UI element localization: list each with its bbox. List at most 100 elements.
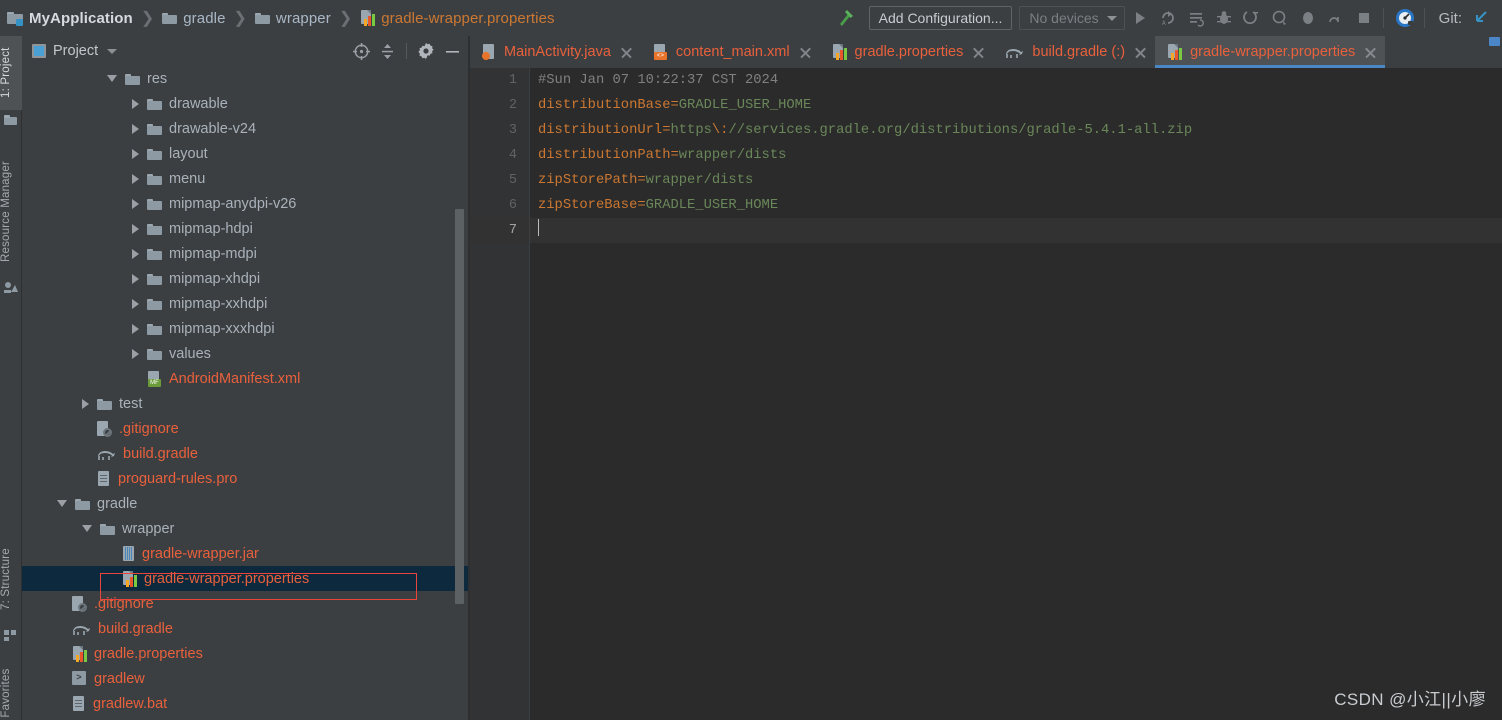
run-icon[interactable] — [1127, 5, 1153, 31]
tool-tab-structure[interactable]: 7: Structure — [0, 534, 22, 624]
tree-row[interactable]: wrapper — [22, 516, 470, 541]
tree-row[interactable]: build.gradle — [22, 616, 470, 641]
tree-row[interactable]: drawable-v24 — [22, 116, 470, 141]
tree-row[interactable]: mipmap-xhdpi — [22, 266, 470, 291]
tree-row[interactable]: proguard-rules.pro — [22, 466, 470, 491]
collapse-arrow-icon[interactable] — [57, 500, 67, 507]
tool-tab-favorites[interactable]: 2: Favorites — [0, 656, 22, 720]
expand-arrow-icon[interactable] — [132, 273, 139, 284]
editor-tab-build-gradle-[interactable]: build.gradle (:) — [993, 36, 1155, 68]
avd-manager-icon[interactable] — [1392, 5, 1418, 31]
editor-tab-label: content_main.xml — [675, 44, 790, 60]
breadcrumb-item-myapplication[interactable]: MyApplication — [7, 0, 133, 36]
tree-row[interactable]: mipmap-xxhdpi — [22, 291, 470, 316]
expand-arrow-icon[interactable] — [132, 148, 139, 159]
expand-arrow-icon[interactable] — [132, 173, 139, 184]
settings-gear-icon[interactable] — [414, 39, 438, 63]
scroll-from-source-icon[interactable] — [349, 39, 373, 63]
tree-row[interactable]: .gitignore — [22, 591, 470, 616]
tree-row[interactable]: mipmap-hdpi — [22, 216, 470, 241]
build-hammer-icon[interactable] — [833, 5, 859, 31]
expand-arrow-icon[interactable] — [132, 98, 139, 109]
tree-row[interactable]: build.gradle — [22, 441, 470, 466]
project-panel-scrollbar[interactable] — [455, 209, 464, 604]
breadcrumb-item-wrapper[interactable]: wrapper — [254, 0, 331, 36]
tree-row[interactable]: gradle.properties — [22, 641, 470, 666]
expand-arrow-icon[interactable] — [132, 348, 139, 359]
tree-row[interactable]: values — [22, 341, 470, 366]
editor-tab-gradle-wrapper-properties[interactable]: gradle-wrapper.properties — [1155, 36, 1386, 68]
tree-row[interactable]: drawable — [22, 91, 470, 116]
breadcrumb-label: wrapper — [275, 9, 331, 27]
close-icon[interactable] — [1134, 46, 1147, 59]
apply-code-changes-icon[interactable] — [1183, 5, 1209, 31]
shell-file-icon: > — [72, 671, 87, 686]
collapse-arrow-icon[interactable] — [107, 75, 117, 82]
tree-row[interactable]: menu — [22, 166, 470, 191]
apply-changes-icon[interactable]: A — [1155, 5, 1181, 31]
close-icon[interactable] — [972, 46, 985, 59]
expand-arrow-icon[interactable] — [132, 298, 139, 309]
line-number: 2 — [508, 98, 517, 113]
tree-row[interactable]: > gradlew — [22, 666, 470, 691]
close-icon[interactable] — [799, 46, 812, 59]
tree-row[interactable]: mipmap-anydpi-v26 — [22, 191, 470, 216]
tree-item-label: mipmap-xxxhdpi — [169, 320, 275, 337]
stop-icon[interactable] — [1351, 5, 1377, 31]
folder-icon — [75, 498, 90, 510]
expand-arrow-icon[interactable] — [132, 223, 139, 234]
tree-row[interactable]: gradlew.bat — [22, 691, 470, 716]
breadcrumb-item-gradle[interactable]: gradle — [162, 0, 225, 36]
chevron-down-icon[interactable] — [107, 48, 118, 54]
tree-row[interactable]: .gitignore — [22, 416, 470, 441]
collapse-all-icon[interactable] — [375, 39, 399, 63]
tree-row[interactable]: res — [22, 66, 470, 91]
expand-arrow-icon[interactable] — [132, 198, 139, 209]
expand-arrow-icon[interactable] — [82, 398, 89, 409]
tree-item-label: wrapper — [122, 520, 175, 537]
code-token: \: — [711, 123, 729, 138]
editor-code-area[interactable]: #Sun Jan 07 10:22:37 CST 2024 distributio… — [530, 68, 1502, 720]
breadcrumb-item-gradle-wrapper-properties[interactable]: gradle-wrapper.properties — [360, 0, 555, 36]
line-number: 1 — [508, 73, 517, 88]
tree-row[interactable]: test — [22, 391, 470, 416]
tree-row-selected[interactable]: gradle-wrapper.properties — [22, 566, 470, 591]
tree-item-label: mipmap-hdpi — [169, 220, 253, 237]
tree-item-label: gradle-wrapper.properties — [144, 570, 310, 587]
tree-row[interactable]: gradle-wrapper.jar — [22, 541, 470, 566]
collapse-arrow-icon[interactable] — [82, 525, 92, 532]
breadcrumb-label: MyApplication — [29, 9, 133, 27]
layout-inspector-icon[interactable] — [1323, 5, 1349, 31]
code-token: //services.gradle.org/distributions/grad… — [728, 123, 1193, 138]
update-project-icon[interactable] — [1468, 5, 1494, 31]
tool-tab-resource-manager[interactable]: Resource Manager — [0, 146, 22, 276]
project-tree[interactable]: res drawable drawable-v24 layout menu mipmap-… — [22, 66, 470, 720]
close-icon[interactable] — [1364, 46, 1377, 59]
code-token: = — [670, 148, 679, 163]
code-line — [530, 218, 1502, 243]
add-configuration-button[interactable]: Add Configuration... — [868, 6, 1013, 30]
editor-tab-content-main-xml[interactable]: <> content_main.xml — [641, 36, 820, 68]
tree-row[interactable]: MF AndroidManifest.xml — [22, 366, 470, 391]
debug-icon[interactable] — [1211, 5, 1237, 31]
tree-row[interactable]: mipmap-mdpi — [22, 241, 470, 266]
expand-arrow-icon[interactable] — [132, 123, 139, 134]
code-token: #Sun Jan 07 10:22:37 CST 2024 — [538, 73, 779, 88]
profiler-icon[interactable] — [1267, 5, 1293, 31]
jar-file-icon — [122, 545, 135, 562]
record-icon[interactable] — [1295, 5, 1321, 31]
code-token: = — [637, 198, 646, 213]
editor-tab-mainactivity-java[interactable]: MainActivity.java — [470, 36, 641, 68]
project-icon — [4, 114, 18, 128]
tree-row[interactable]: gradle — [22, 491, 470, 516]
close-icon[interactable] — [620, 46, 633, 59]
editor-tab-gradle-properties[interactable]: gradle.properties — [820, 36, 994, 68]
expand-arrow-icon[interactable] — [132, 248, 139, 259]
tree-row[interactable]: mipmap-xxxhdpi — [22, 316, 470, 341]
hide-panel-icon[interactable] — [440, 39, 464, 63]
expand-arrow-icon[interactable] — [132, 323, 139, 334]
attach-debugger-icon[interactable] — [1239, 5, 1265, 31]
tool-tab-project[interactable]: 1: Project — [0, 36, 22, 110]
tree-row[interactable]: layout — [22, 141, 470, 166]
device-selector[interactable]: No devices — [1019, 6, 1125, 30]
